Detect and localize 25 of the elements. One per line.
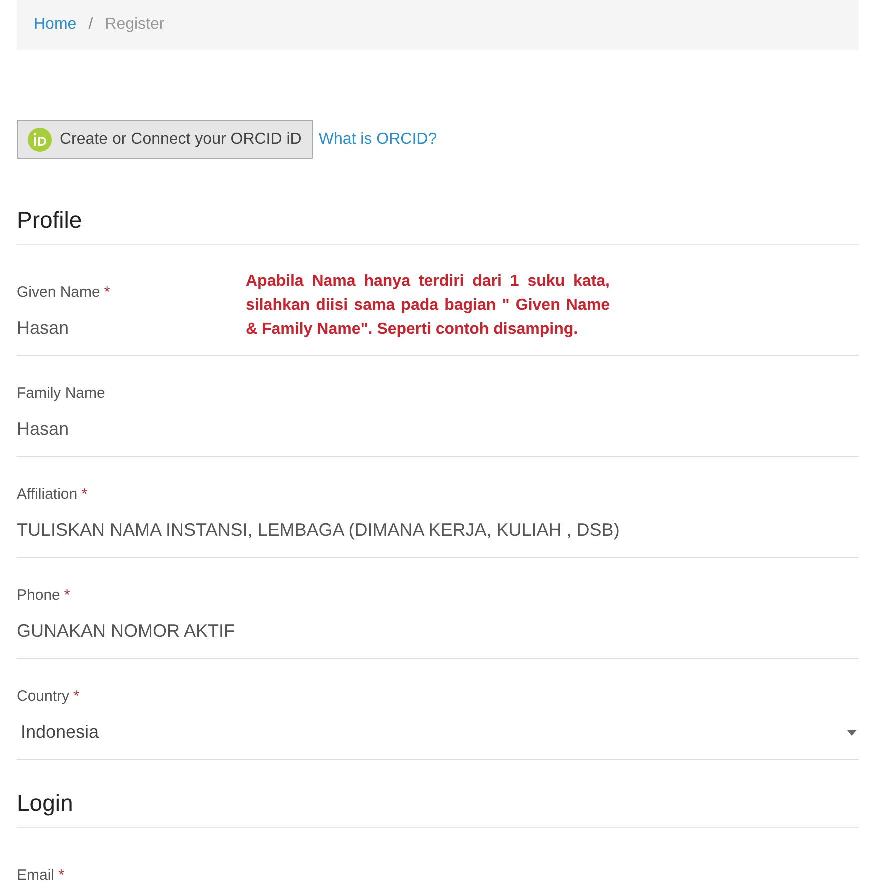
what-is-orcid-link[interactable]: What is ORCID? <box>318 128 438 152</box>
required-mark: * <box>64 587 70 605</box>
field-label: Affiliation <box>17 486 78 504</box>
required-mark: * <box>58 867 64 885</box>
required-mark: * <box>74 688 80 706</box>
id-badge-icon <box>28 128 52 152</box>
orcid-button[interactable]: Create or Connect your ORCID iD <box>17 120 313 159</box>
section-heading: Profile <box>17 207 859 245</box>
breadcrumb-separator: / <box>88 15 94 35</box>
required-mark: * <box>104 284 110 302</box>
section-heading: Login <box>17 790 859 828</box>
field-label: Family Name <box>17 385 106 403</box>
input-field[interactable]: Hasan <box>17 312 70 346</box>
annotation-note: Apabila Nama hanya terdiri dari 1 suku kata, silahkan diisi sama pada bagian " Given Name & Family Name". Seperti contoh disamping. <box>246 272 610 340</box>
field-label: Email <box>17 867 55 885</box>
field-label: Given Name <box>17 284 100 302</box>
field-label: Phone <box>17 587 60 605</box>
input-field[interactable]: TULISKAN NAMA INSTANSI, LEMBAGA (DIMANA KERJA, KULIAH , DSB) <box>17 514 620 548</box>
input-field[interactable]: GUNAKAN NOMOR AKTIF <box>17 614 236 648</box>
breadcrumb-current: Register <box>105 15 165 35</box>
input-field[interactable]: Hasan <box>17 412 70 446</box>
field-label: Country <box>17 688 70 706</box>
caret-icon <box>847 730 857 736</box>
required-mark: * <box>82 486 88 504</box>
country-select[interactable]: Indonesia <box>17 712 859 760</box>
